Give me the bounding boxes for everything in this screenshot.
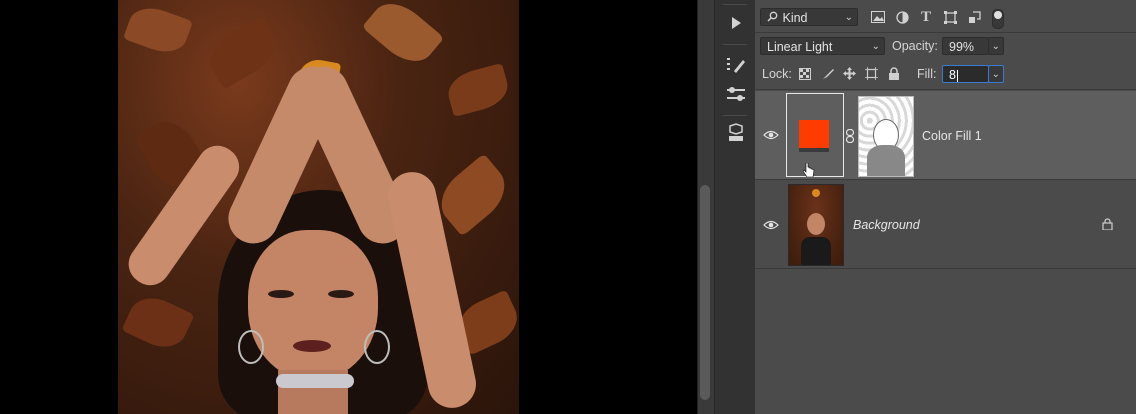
- brush-settings-icon[interactable]: [723, 54, 749, 76]
- lips: [293, 340, 331, 352]
- right-eye: [328, 290, 354, 298]
- lock-position-icon[interactable]: [843, 67, 856, 83]
- fill-field[interactable]: 8: [942, 65, 989, 83]
- opacity-value: 99%: [949, 40, 975, 54]
- adjustment-layer-filter-icon[interactable]: [893, 8, 911, 26]
- chevron-down-icon: ⌄: [871, 41, 880, 52]
- filter-toggle-switch[interactable]: [992, 9, 1004, 29]
- layers-panel: Kind ⌄ T Linear Light ⌄ Opacity: 99% ⌄ L…: [755, 0, 1136, 414]
- eye-visibility-icon[interactable]: [763, 127, 779, 143]
- divider: [755, 179, 1136, 180]
- layer-name[interactable]: Background: [853, 218, 920, 232]
- chevron-down-icon: ⌄: [991, 69, 1000, 80]
- search-icon: [767, 9, 779, 27]
- mask-body: [867, 145, 905, 176]
- smart-object-filter-icon[interactable]: [965, 8, 983, 26]
- left-eye: [268, 290, 294, 298]
- thumb-leaf: [812, 189, 820, 197]
- divider: [755, 89, 1136, 90]
- fill-value: 8: [949, 68, 956, 82]
- layer-mask-thumbnail[interactable]: [858, 96, 914, 177]
- lock-artboard-icon[interactable]: [865, 67, 878, 83]
- separator: [723, 4, 747, 5]
- pixel-layer-filter-icon[interactable]: [869, 8, 887, 26]
- opacity-slider-dropdown[interactable]: ⌄: [988, 37, 1004, 55]
- lock-label: Lock:: [762, 67, 792, 81]
- layer-thumbnail[interactable]: [788, 184, 844, 266]
- leaf-shape: [361, 0, 445, 73]
- lock-image-pixels-icon[interactable]: [822, 67, 835, 83]
- layer-thumbnail-frame[interactable]: [786, 93, 844, 180]
- layer-row-color-fill[interactable]: Color Fill 1: [755, 91, 1136, 179]
- fill-label: Fill:: [917, 67, 937, 81]
- panel-icon-strip: [714, 0, 756, 414]
- opacity-label: Opacity:: [892, 39, 938, 53]
- right-earring: [364, 330, 390, 364]
- lock-all-icon[interactable]: [888, 67, 900, 83]
- left-earring: [238, 330, 264, 364]
- opacity-field[interactable]: 99%: [942, 37, 989, 55]
- face: [248, 230, 378, 380]
- color-fill-swatch: [799, 120, 829, 148]
- lock-transparent-pixels-icon[interactable]: [799, 68, 811, 83]
- document-photo[interactable]: [118, 0, 519, 414]
- choker-necklace: [276, 374, 354, 388]
- type-layer-filter-icon[interactable]: T: [917, 8, 935, 26]
- chain-link-icon[interactable]: [845, 128, 855, 146]
- text-cursor: [956, 69, 958, 82]
- thumb-body: [801, 237, 831, 265]
- scrollbar-thumb[interactable]: [700, 185, 710, 400]
- filter-kind-label: Kind: [782, 11, 808, 25]
- toggle-knob: [994, 11, 1002, 19]
- 3d-cube-icon[interactable]: [723, 122, 749, 144]
- leaf-shape: [443, 62, 513, 118]
- separator: [723, 115, 747, 116]
- leaf-shape: [122, 0, 194, 60]
- divider: [755, 268, 1136, 269]
- leaf-shape: [121, 289, 195, 356]
- leaf-shape: [430, 153, 516, 237]
- swatch-base: [799, 148, 829, 152]
- shape-layer-filter-icon[interactable]: [941, 8, 959, 26]
- chevron-down-icon: ⌄: [844, 12, 853, 23]
- chevron-down-icon: ⌄: [991, 41, 1000, 52]
- blend-mode-value: Linear Light: [767, 40, 833, 54]
- separator: [723, 44, 747, 45]
- layer-row-background[interactable]: Background: [755, 181, 1136, 269]
- filter-kind-dropdown[interactable]: Kind ⌄: [760, 8, 858, 26]
- leaf-shape: [201, 15, 285, 90]
- blend-mode-dropdown[interactable]: Linear Light ⌄: [760, 37, 885, 55]
- layer-name[interactable]: Color Fill 1: [922, 129, 982, 143]
- fill-slider-dropdown[interactable]: ⌄: [988, 65, 1004, 83]
- mouse-pointer-icon: [802, 162, 815, 180]
- play-icon[interactable]: [723, 12, 749, 34]
- thumb-face: [807, 213, 825, 235]
- adjustments-sliders-icon[interactable]: [723, 83, 749, 105]
- lock-icon: [1102, 218, 1113, 233]
- eye-visibility-icon[interactable]: [763, 217, 779, 233]
- divider: [755, 32, 1136, 33]
